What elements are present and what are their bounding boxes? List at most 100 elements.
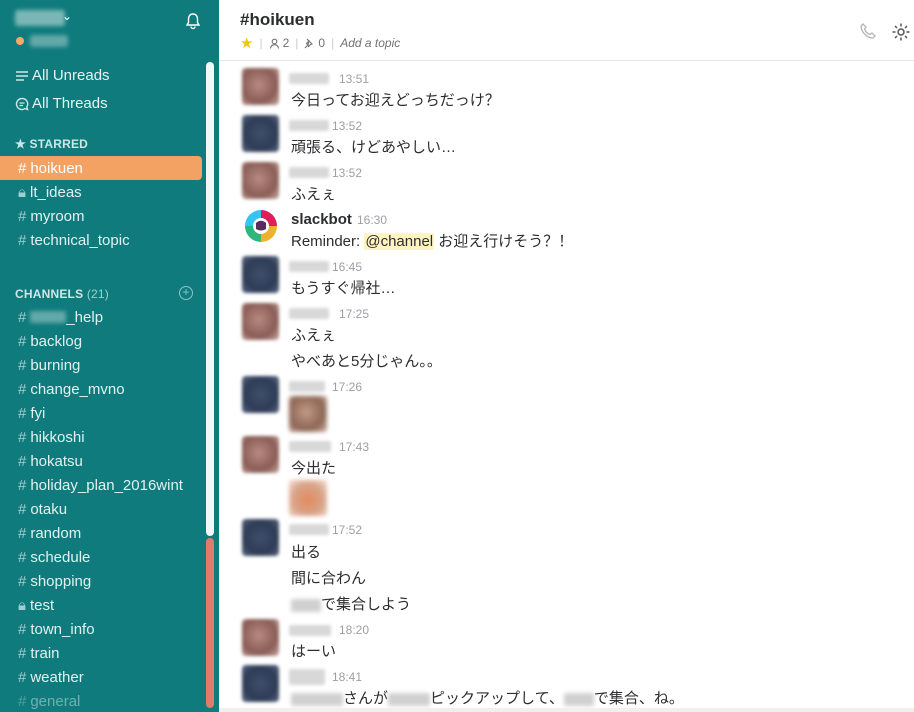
- redacted-text: [291, 598, 321, 612]
- all-unreads-link[interactable]: All Unreads: [15, 67, 110, 84]
- redacted-text: [563, 692, 594, 706]
- message-time[interactable]: 16:45: [332, 260, 362, 274]
- star-icon[interactable]: ★: [240, 34, 253, 52]
- avatar[interactable]: [242, 376, 279, 413]
- hash-icon: #: [18, 404, 27, 422]
- avatar[interactable]: [242, 519, 279, 556]
- message-time[interactable]: 18:20: [339, 623, 369, 637]
- message-sender[interactable]: slackbot: [291, 211, 352, 228]
- channel-hoikuen[interactable]: # hoikuen: [0, 156, 202, 180]
- channel-hokatsu[interactable]: # hokatsu: [0, 449, 202, 473]
- hash-icon: #: [18, 380, 27, 398]
- slackbot-avatar[interactable]: [244, 209, 278, 243]
- message-time[interactable]: 17:52: [332, 523, 362, 537]
- channel-otaku[interactable]: # otaku: [0, 497, 202, 521]
- add-topic-link[interactable]: Add a topic: [340, 36, 400, 50]
- sticker-image[interactable]: [289, 480, 327, 516]
- sticker-image[interactable]: [289, 396, 327, 432]
- message-text: で集合しよう: [291, 593, 411, 614]
- avatar[interactable]: [242, 115, 279, 152]
- add-channel-icon[interactable]: +: [179, 286, 193, 300]
- message-text: Reminder: @channel お迎え行けそう？！: [291, 233, 574, 250]
- message-sender[interactable]: [289, 381, 325, 392]
- message-sender[interactable]: [289, 261, 329, 272]
- message-sender[interactable]: [289, 524, 329, 535]
- sidebar-scrollbar[interactable]: [206, 62, 214, 536]
- message-text: やべあと5分じゃん。。: [291, 353, 442, 370]
- hash-icon: #: [18, 207, 27, 225]
- message-time[interactable]: 13:52: [332, 166, 362, 180]
- channel-holiday-plan[interactable]: # holiday_plan_2016wint: [0, 473, 202, 497]
- list-icon: [16, 70, 28, 81]
- pins-button[interactable]: 0: [304, 36, 325, 50]
- channel-header: #hoikuen ★ | 2 | 0 | Add a topic: [219, 0, 914, 61]
- members-button[interactable]: 2: [269, 36, 289, 50]
- channel-mention[interactable]: @channel: [364, 233, 435, 250]
- avatar[interactable]: [242, 68, 279, 105]
- hash-icon: #: [18, 524, 27, 542]
- avatar[interactable]: [242, 436, 279, 473]
- channel-backlog[interactable]: # backlog: [0, 329, 202, 353]
- channel-myroom[interactable]: # myroom: [0, 204, 202, 228]
- hash-icon: #: [18, 231, 27, 249]
- avatar[interactable]: [242, 162, 279, 199]
- message-sender[interactable]: [289, 625, 331, 636]
- chevron-down-icon[interactable]: ⌄: [62, 9, 72, 23]
- message-sender[interactable]: [289, 73, 329, 84]
- channel-hikkoshi[interactable]: # hikkoshi: [0, 425, 202, 449]
- phone-icon[interactable]: [859, 22, 877, 40]
- message-text: 出る: [291, 544, 322, 561]
- gear-icon[interactable]: [891, 22, 911, 42]
- channel-town-info[interactable]: # town_info: [0, 617, 202, 641]
- message-time[interactable]: 17:25: [339, 307, 369, 321]
- all-threads-link[interactable]: All Threads: [15, 95, 108, 112]
- channel-test[interactable]: 🔒︎ test: [0, 593, 202, 617]
- message-sender[interactable]: [289, 441, 331, 452]
- all-threads-label: All Threads: [32, 95, 108, 112]
- message-list: 13:51 今日ってお迎えどっちだっけ？ 13:52 頑張る、けどあやしい… 1…: [219, 61, 914, 712]
- avatar[interactable]: [242, 303, 279, 340]
- channel-train[interactable]: # train: [0, 641, 202, 665]
- channel-change-mvno[interactable]: # change_mvno: [0, 377, 202, 401]
- channels-section-title[interactable]: CHANNELS (21): [15, 287, 109, 301]
- channel-lt-ideas[interactable]: 🔒︎ lt_ideas: [0, 180, 202, 204]
- channel-weather[interactable]: # weather: [0, 665, 202, 689]
- channel-burning[interactable]: # burning: [0, 353, 202, 377]
- message-sender[interactable]: [289, 669, 325, 685]
- all-unreads-label: All Unreads: [32, 67, 110, 84]
- message-text: 間に合わん: [291, 570, 367, 587]
- message-time[interactable]: 18:41: [332, 670, 362, 684]
- message-time[interactable]: 17:43: [339, 440, 369, 454]
- message-text: ふえぇ: [291, 186, 337, 203]
- message-sender[interactable]: [289, 167, 329, 178]
- channel-help[interactable]: # _help: [0, 305, 202, 329]
- starred-section-title[interactable]: ★ STARRED: [15, 137, 88, 151]
- message-text: さんが ピックアップして、 で集合、ね。: [291, 687, 684, 708]
- channel-shopping[interactable]: # shopping: [0, 569, 202, 593]
- channel-schedule[interactable]: # schedule: [0, 545, 202, 569]
- message-time[interactable]: 13:51: [339, 72, 369, 86]
- divider: |: [295, 36, 299, 50]
- channel-general[interactable]: # general: [0, 689, 202, 712]
- message-time[interactable]: 13:52: [332, 119, 362, 133]
- lock-icon: 🔒︎: [18, 596, 26, 614]
- message-sender[interactable]: [289, 308, 329, 319]
- hash-icon: #: [18, 356, 27, 374]
- avatar[interactable]: [242, 665, 279, 702]
- unread-indicator[interactable]: [206, 538, 214, 708]
- message-time[interactable]: 17:26: [332, 380, 362, 394]
- workspace-name[interactable]: [15, 10, 65, 26]
- channel-fyi[interactable]: # fyi: [0, 401, 202, 425]
- message-text: もうすぐ帰社…: [291, 280, 396, 297]
- message-time[interactable]: 16:30: [357, 213, 387, 227]
- current-user-name[interactable]: [30, 35, 68, 47]
- divider: |: [331, 36, 335, 50]
- channel-technical-topic[interactable]: # technical_topic: [0, 228, 202, 252]
- bell-icon[interactable]: [184, 12, 202, 30]
- channel-random[interactable]: # random: [0, 521, 202, 545]
- message-sender[interactable]: [289, 120, 329, 131]
- hash-icon: #: [18, 159, 27, 177]
- avatar[interactable]: [242, 619, 279, 656]
- message-text: 今出た: [291, 460, 337, 477]
- avatar[interactable]: [242, 256, 279, 293]
